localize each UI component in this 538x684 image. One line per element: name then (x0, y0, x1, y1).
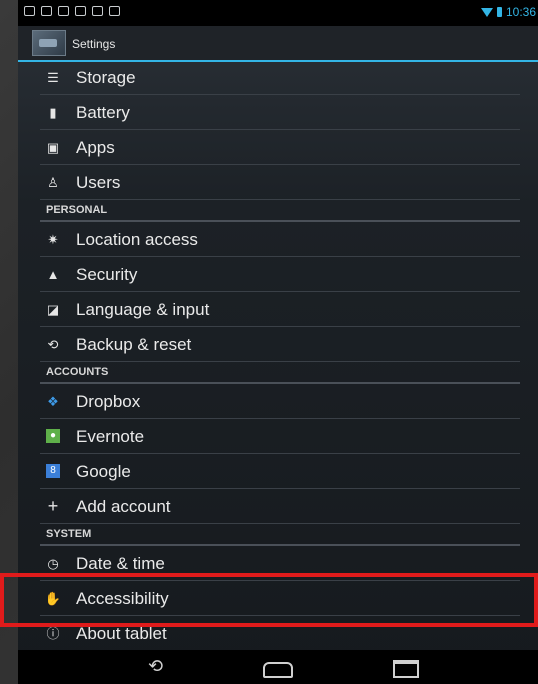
battery-icon: ▮ (49, 104, 57, 120)
settings-item-label: Security (76, 265, 138, 284)
home-button[interactable] (263, 662, 293, 678)
storage-icon: ☰ (47, 69, 59, 85)
section-header-label: SYSTEM (46, 528, 92, 540)
settings-item-storage[interactable]: ☰ Storage (40, 60, 520, 95)
google-icon: 8 (46, 464, 60, 478)
hand-icon: ✋ (44, 590, 62, 606)
settings-item-label: Add account (76, 497, 171, 516)
notification-icon (41, 6, 52, 16)
notification-icon (24, 6, 35, 16)
settings-item-date-time[interactable]: ◷ Date & time (40, 546, 520, 581)
settings-item-label: Dropbox (76, 392, 141, 411)
settings-item-battery[interactable]: ▮ Battery (40, 95, 520, 130)
settings-item-label: Storage (76, 68, 136, 87)
settings-item-add-account[interactable]: + Add account (40, 489, 520, 524)
section-header-accounts: ACCOUNTS (40, 362, 520, 384)
settings-item-accessibility[interactable]: ✋ Accessibility (40, 581, 520, 616)
tablet-screen: 10:36 Settings ☰ Storage ▮ Battery ▣ App… (18, 0, 538, 684)
notification-icon (58, 6, 69, 16)
clock-time: 10:36 (505, 5, 536, 19)
settings-item-label: Language & input (76, 300, 210, 319)
section-header-personal: PERSONAL (40, 200, 520, 222)
backup-icon: ⟲ (47, 336, 59, 352)
settings-item-google[interactable]: 8 Google (40, 454, 520, 489)
dropbox-icon: ❖ (47, 393, 59, 409)
settings-item-location[interactable]: ✷ Location access (40, 222, 520, 257)
apps-icon: ▣ (46, 139, 60, 155)
notification-icon (109, 6, 120, 16)
settings-item-apps[interactable]: ▣ Apps (40, 130, 520, 165)
users-icon: ♙ (47, 174, 59, 190)
navigation-bar: ⟲ (18, 650, 538, 684)
settings-item-label: About tablet (76, 624, 167, 643)
settings-app-icon[interactable] (32, 30, 66, 56)
settings-item-label: Google (76, 462, 131, 481)
info-icon: ⓘ (46, 625, 60, 641)
settings-item-evernote[interactable]: ● Evernote (40, 419, 520, 454)
settings-item-security[interactable]: ▲ Security (40, 257, 520, 292)
settings-item-label: Location access (76, 230, 198, 249)
back-button[interactable]: ⟲ (148, 656, 163, 677)
plus-icon: + (47, 496, 59, 516)
settings-item-label: Date & time (76, 554, 165, 573)
settings-item-language[interactable]: ◪ Language & input (40, 292, 520, 327)
settings-item-label: Battery (76, 103, 130, 122)
section-header-system: SYSTEM (40, 524, 520, 546)
location-icon: ✷ (47, 231, 59, 247)
status-bar: 10:36 (18, 0, 538, 26)
settings-item-dropbox[interactable]: ❖ Dropbox (40, 384, 520, 419)
evernote-icon: ● (46, 429, 60, 443)
lock-icon: ▲ (46, 266, 60, 282)
status-right: 10:36 (480, 5, 536, 19)
notification-icon (92, 6, 103, 16)
notification-icons (24, 6, 120, 16)
settings-item-users[interactable]: ♙ Users (40, 165, 520, 200)
wifi-icon (480, 7, 493, 17)
settings-item-label: Evernote (76, 427, 145, 446)
language-icon: ◪ (46, 301, 60, 317)
clock-icon: ◷ (47, 555, 59, 571)
settings-item-label: Users (76, 173, 121, 192)
settings-list: ☰ Storage ▮ Battery ▣ Apps ♙ Users PERSO… (40, 60, 520, 650)
page-title: Settings (72, 37, 116, 51)
settings-item-about[interactable]: ⓘ About tablet (40, 616, 520, 650)
recent-apps-button[interactable] (393, 660, 419, 678)
section-header-label: PERSONAL (46, 204, 108, 216)
battery-status-icon (496, 7, 502, 17)
settings-item-label: Apps (76, 138, 115, 157)
action-bar: Settings (18, 26, 538, 62)
settings-item-label: Backup & reset (76, 335, 192, 354)
settings-item-backup[interactable]: ⟲ Backup & reset (40, 327, 520, 362)
settings-item-label: Accessibility (76, 589, 169, 608)
notification-icon (75, 6, 86, 16)
section-header-label: ACCOUNTS (46, 366, 109, 378)
